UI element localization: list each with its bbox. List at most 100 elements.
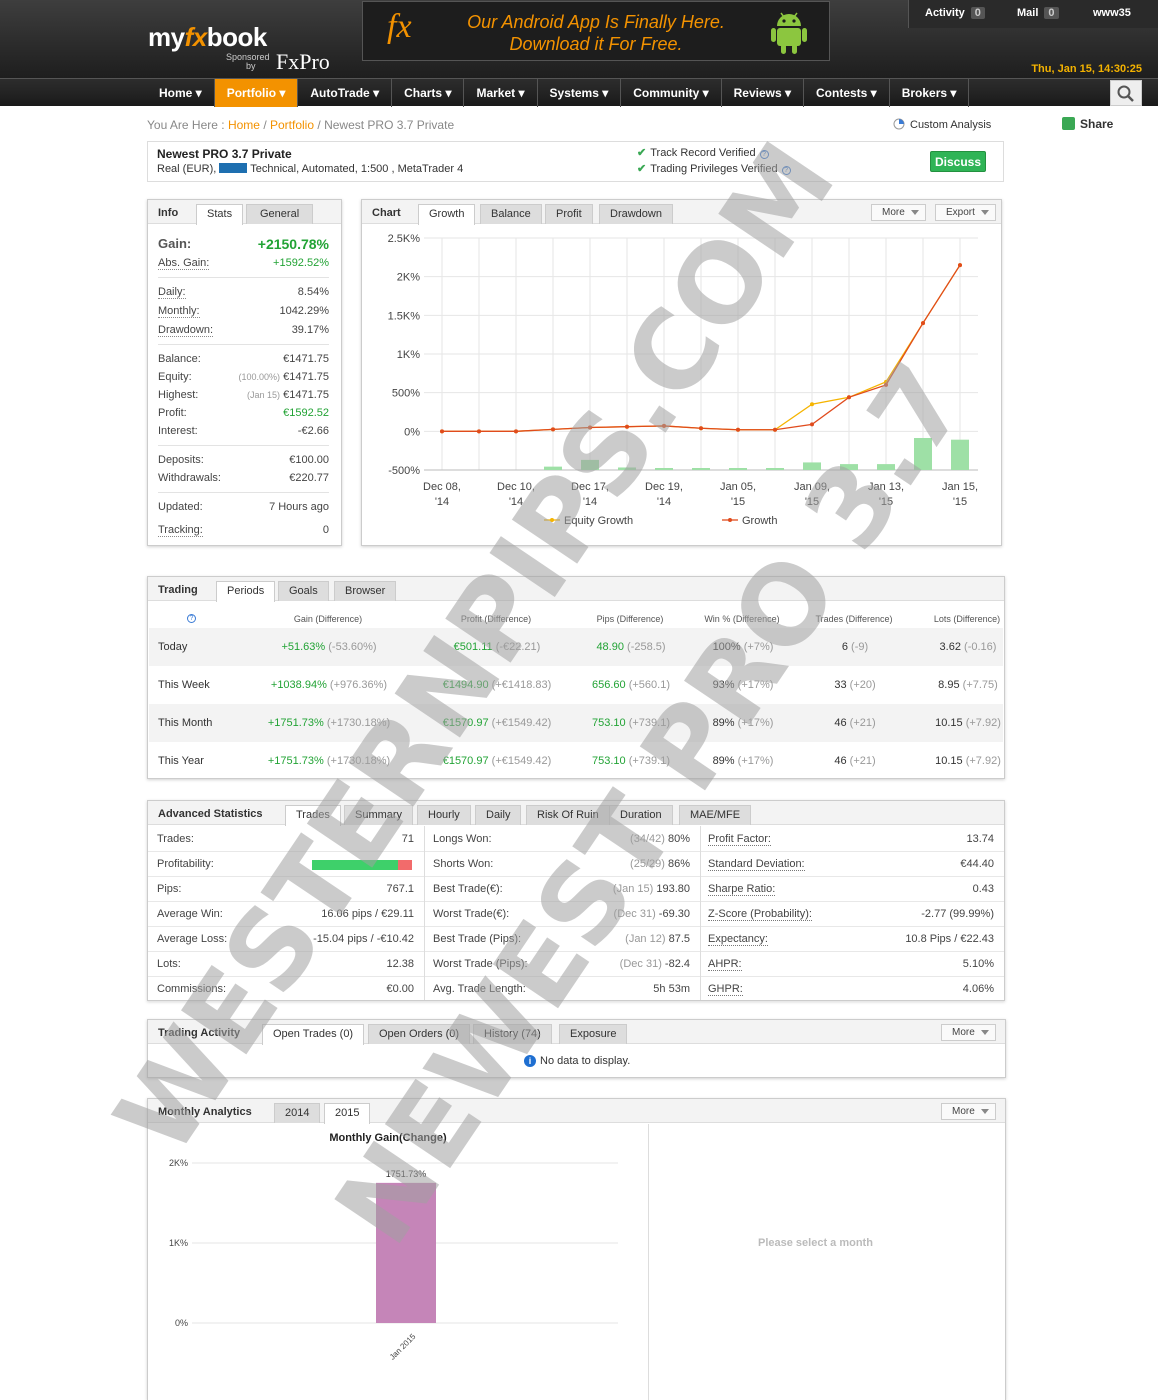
search-button[interactable] <box>1110 80 1142 106</box>
daily-row: Daily: 8.54% <box>158 286 329 299</box>
data-point[interactable] <box>662 423 666 428</box>
tab-duration[interactable]: Duration <box>609 805 673 825</box>
nav-market[interactable]: Market ▾ <box>464 79 538 107</box>
stat-row: Commissions: €0.00 <box>148 977 424 1002</box>
stat-row: Expectancy: 10.8 Pips / €22.43 <box>700 927 1004 952</box>
trading-panel: Trading Periods Goals Browser ? Gain (Di… <box>147 576 1005 779</box>
share-button[interactable]: Share <box>1062 117 1113 131</box>
nav-community[interactable]: Community ▾ <box>621 79 722 107</box>
help-icon[interactable]: ? <box>187 614 196 623</box>
value: 93% <box>712 679 735 691</box>
stat-value: 4.06% <box>962 983 994 995</box>
stat-label-link[interactable]: AHPR: <box>708 958 742 971</box>
activity-link[interactable]: Activity 0 <box>925 7 985 19</box>
stat-label: Profitability: <box>157 858 214 870</box>
data-point[interactable] <box>477 429 481 434</box>
stat-label-link[interactable]: Profit Factor: <box>708 833 771 846</box>
tab-exposure[interactable]: Exposure <box>559 1024 628 1044</box>
nav-autotrade[interactable]: AutoTrade ▾ <box>298 79 393 107</box>
tab-hourly[interactable]: Hourly <box>417 805 471 825</box>
tab-general[interactable]: General <box>246 204 314 224</box>
android-app-banner[interactable]: fx Our Android App Is Finally Here. Downl… <box>362 1 830 61</box>
stat-label-link[interactable]: GHPR: <box>708 983 743 996</box>
period-label: This Year <box>158 755 204 767</box>
breadcrumb: You Are Here : Home / Portfolio / Newest… <box>147 118 455 132</box>
tab-balance[interactable]: Balance <box>480 204 542 224</box>
tab-stats[interactable]: Stats <box>196 204 244 225</box>
tab-summary[interactable]: Summary <box>344 805 414 825</box>
stat-row: Profit Factor: 13.74 <box>700 827 1004 852</box>
tracking-link[interactable]: Tracking: <box>158 524 203 537</box>
breadcrumb-portfolio[interactable]: Portfolio <box>270 118 314 132</box>
nav-systems[interactable]: Systems ▾ <box>538 79 622 107</box>
data-point[interactable] <box>440 429 444 434</box>
custom-analysis-link[interactable]: Custom Analysis <box>893 118 991 131</box>
tab-risk-of-ruin[interactable]: Risk Of Ruin <box>526 805 610 825</box>
data-point[interactable] <box>736 427 740 432</box>
data-point[interactable] <box>551 427 555 432</box>
data-point[interactable] <box>699 426 703 431</box>
export-dropdown[interactable]: Export <box>935 204 996 221</box>
tab-daily[interactable]: Daily <box>475 805 522 825</box>
tab-goals[interactable]: Goals <box>278 581 329 601</box>
stat-number: 80% <box>667 833 690 845</box>
nav-brokers[interactable]: Brokers ▾ <box>890 79 970 107</box>
tab-open-orders[interactable]: Open Orders (0) <box>368 1024 471 1044</box>
data-point[interactable] <box>958 263 962 268</box>
fxpro-logo[interactable]: FxPro <box>276 49 330 75</box>
legend-label[interactable]: Growth <box>742 515 777 527</box>
stat-label-link[interactable]: Z-Score (Probability): <box>708 908 812 921</box>
tab-mae-mfe[interactable]: MAE/MFE <box>679 805 752 825</box>
x-tick-label: Jan 05, <box>720 481 756 493</box>
tab-browser[interactable]: Browser <box>334 581 397 601</box>
tab-periods[interactable]: Periods <box>216 581 276 602</box>
tab-drawdown[interactable]: Drawdown <box>599 204 673 224</box>
data-point[interactable] <box>921 321 925 326</box>
stat-number: 193.80 <box>656 883 690 895</box>
stat-label-link[interactable]: Sharpe Ratio: <box>708 883 776 896</box>
stat-label-link[interactable]: Expectancy: <box>708 933 768 946</box>
banner-fx-logo: fx <box>387 8 412 45</box>
more-dropdown[interactable]: More <box>941 1024 996 1041</box>
banner-text: Our Android App Is Finally Here. Download… <box>467 12 725 54</box>
legend-label[interactable]: Equity Growth <box>564 515 633 527</box>
data-point[interactable] <box>847 395 851 400</box>
tab-2014[interactable]: 2014 <box>274 1103 321 1123</box>
nav-reviews[interactable]: Reviews ▾ <box>722 79 804 107</box>
data-point[interactable] <box>514 429 518 434</box>
volume-bar <box>581 459 599 470</box>
username-link[interactable]: www35 <box>1093 7 1131 19</box>
data-point[interactable] <box>588 425 592 430</box>
breadcrumb-home[interactable]: Home <box>228 118 260 132</box>
tab-trades[interactable]: Trades <box>285 805 341 826</box>
data-point[interactable] <box>625 424 629 429</box>
discuss-button[interactable]: Discuss <box>930 151 986 172</box>
account-header: Newest PRO 3.7 Private Real (EUR), Techn… <box>147 141 1004 182</box>
stat-detail: (Dec 31) <box>613 908 656 920</box>
more-dropdown[interactable]: More <box>871 204 926 221</box>
nav-charts[interactable]: Charts ▾ <box>392 79 465 107</box>
nav-contests[interactable]: Contests ▾ <box>804 79 890 107</box>
nav-portfolio[interactable]: Portfolio ▾ <box>214 79 299 107</box>
tab-open-trades[interactable]: Open Trades (0) <box>262 1024 365 1045</box>
mail-link[interactable]: Mail 0 <box>1017 7 1059 19</box>
stat-detail: (Jan 15) <box>612 883 654 895</box>
data-point[interactable] <box>810 422 814 427</box>
tab-growth[interactable]: Growth <box>418 204 476 225</box>
data-point[interactable] <box>773 427 777 432</box>
stat-row: Longs Won: (34/42) 80% <box>424 827 700 852</box>
help-icon[interactable]: ? <box>781 166 791 175</box>
data-point[interactable] <box>810 402 814 407</box>
myfxbook-logo[interactable]: myfxbook <box>148 22 267 53</box>
help-icon[interactable]: ? <box>759 150 769 159</box>
stat-value: 767.1 <box>386 883 414 895</box>
bar-jan-2015[interactable] <box>376 1182 436 1323</box>
stat-label-link[interactable]: Standard Deviation: <box>708 858 805 871</box>
tab-profit[interactable]: Profit <box>545 204 593 224</box>
more-dropdown[interactable]: More <box>941 1103 996 1120</box>
tab-2015[interactable]: 2015 <box>324 1103 371 1124</box>
nav-home[interactable]: Home ▾ <box>147 79 215 107</box>
data-point[interactable] <box>884 382 888 387</box>
tab-history[interactable]: History (74) <box>473 1024 552 1044</box>
stat-row: Shorts Won: (25/29) 86% <box>424 852 700 877</box>
